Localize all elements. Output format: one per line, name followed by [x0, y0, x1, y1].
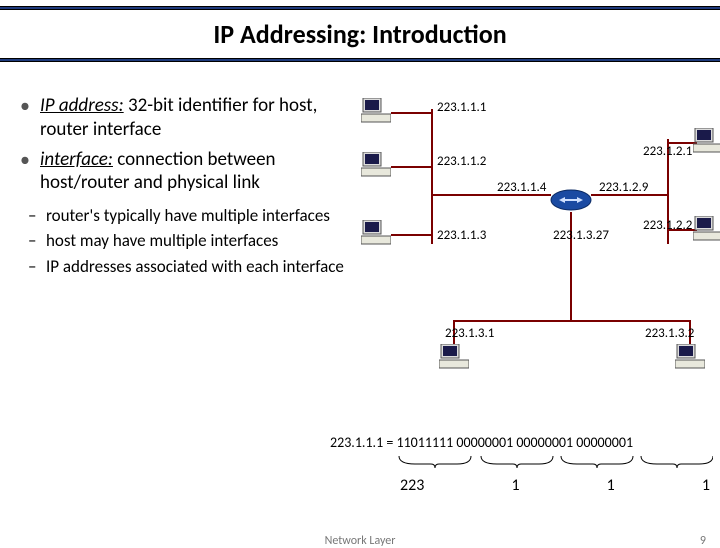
braces [395, 454, 713, 474]
ip-label: 223.1.1.1 [437, 100, 486, 115]
footer-mid: Network Layer [325, 534, 396, 548]
ip-label: 223.1.3.1 [445, 326, 494, 341]
footer-page: 9 [700, 534, 706, 548]
title-bar-bottom [0, 58, 720, 62]
ip-label: 223.1.2.9 [599, 180, 648, 195]
pc-icon [361, 98, 391, 124]
ip-label: 223.1.1.4 [497, 180, 546, 195]
octet-row: 223 1 1 1 [400, 476, 710, 495]
left-column: IP address: 32-bit identifier for host, … [10, 94, 345, 474]
pc-icon [675, 344, 705, 370]
ip-label: 223.1.2.1 [643, 144, 692, 159]
term-interface: interface: [40, 148, 113, 171]
pc-icon [439, 344, 469, 370]
pc-icon [361, 152, 391, 178]
ip-label: 223.1.1.2 [437, 154, 486, 169]
net-line [391, 112, 431, 114]
sub-bullet-2: host may have multiple interfaces [32, 230, 345, 251]
ip-label: 223.1.3.27 [553, 228, 609, 243]
term-ip-address: IP address: [40, 94, 124, 117]
net-line [431, 109, 433, 244]
sub-bullet-3: IP addresses associated with each interf… [32, 256, 345, 277]
net-line [453, 320, 691, 322]
bullet-ip-address: IP address: 32-bit identifier for host, … [26, 94, 345, 142]
binary-equation: 223.1.1.1 = 11011111 00000001 00000001 0… [330, 434, 633, 451]
router-icon [549, 188, 593, 212]
pc-icon [693, 216, 720, 242]
main-bullets: IP address: 32-bit identifier for host, … [10, 94, 345, 195]
bullet-interface: interface: connection between host/route… [26, 148, 345, 196]
octet-2: 1 [511, 476, 519, 495]
octet-3: 1 [607, 476, 615, 495]
ip-label: 223.1.1.3 [437, 228, 486, 243]
content-area: IP address: 32-bit identifier for host, … [0, 68, 720, 474]
ip-label: 223.1.3.2 [645, 326, 694, 341]
network-diagram: 223.1.1.1 223.1.1.2 223.1.1.3 223.1.1.4 … [345, 94, 710, 474]
pc-icon [693, 128, 720, 154]
net-line [391, 166, 431, 168]
net-line [391, 234, 431, 236]
pc-icon [361, 220, 391, 246]
octet-4: 1 [702, 476, 710, 495]
title-band: IP Addressing: Introduction [0, 0, 720, 68]
ip-label: 223.1.2.2 [643, 218, 692, 233]
slide-title: IP Addressing: Introduction [0, 10, 720, 58]
sub-bullet-1: router's typically have multiple interfa… [32, 205, 345, 226]
sub-bullets: router's typically have multiple interfa… [10, 205, 345, 277]
octet-1: 223 [400, 476, 424, 495]
